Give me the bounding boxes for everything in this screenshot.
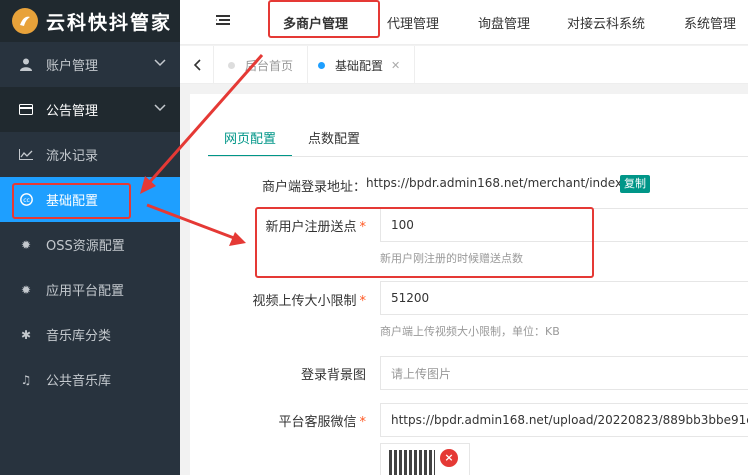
sidebar-item-label: 账户管理 — [46, 59, 99, 74]
divider — [208, 156, 748, 157]
menu-toggle-icon[interactable] — [216, 14, 230, 26]
sidebar-item-label: OSS资源配置 — [46, 239, 125, 254]
logo-icon — [12, 8, 38, 34]
wechat-label: 平台客服微信 * — [278, 415, 366, 430]
chevron-left-icon — [193, 59, 201, 71]
sidebar-item-label: 流水记录 — [46, 149, 99, 164]
wechat-input[interactable]: https://bpdr.admin168.net/upload/2022082… — [380, 403, 748, 437]
video-limit-hint: 商户端上传视频大小限制，单位：KB — [380, 325, 560, 338]
sidebar-item-flow[interactable]: 流水记录 — [0, 132, 180, 177]
sidebar-item-label: 公共音乐库 — [46, 374, 112, 389]
remove-image-button[interactable]: × — [440, 449, 458, 467]
chevron-down-icon — [154, 59, 166, 67]
video-limit-input[interactable]: 51200 — [380, 281, 748, 315]
nav-tab-agent[interactable]: 代理管理 — [387, 13, 439, 32]
sidebar-item-music-category[interactable]: ✱ 音乐库分类 — [0, 312, 180, 357]
brand-logo[interactable]: 云科快抖管家 — [0, 0, 180, 42]
sidebar-item-public-music[interactable]: ♫ 公共音乐库 — [0, 357, 180, 402]
video-limit-label: 视频上传大小限制 * — [252, 294, 366, 309]
merchant-login-url: https://bpdr.admin168.net/merchant/index — [366, 176, 623, 190]
sidebar-item-label: 公告管理 — [46, 104, 99, 119]
page-tab-home[interactable]: 后台首页 — [214, 46, 309, 84]
highlight-box-sidebar — [12, 183, 131, 219]
music-icon: ♫ — [20, 372, 32, 387]
copy-button[interactable]: 复制 — [620, 175, 650, 193]
highlight-box-top-tab — [268, 0, 380, 38]
tab-dot-icon — [318, 61, 325, 69]
page-tab-bar: 后台首页 基础配置 ✕ — [180, 46, 748, 84]
sidebar-item-account[interactable]: 账户管理 — [0, 42, 180, 87]
qr-code-icon — [389, 450, 435, 475]
top-navbar: 多商户管理 代理管理 询盘管理 对接云科系统 系统管理 — [180, 0, 748, 45]
gear-icon: ✹ — [20, 237, 32, 252]
highlight-box-field — [255, 207, 594, 278]
card-icon — [18, 104, 34, 115]
sidebar: 云科快抖管家 账户管理 公告管理 流水记录 cc 基础配置 ✹ OSS资源配置 … — [0, 0, 180, 475]
sidebar-item-app-platform[interactable]: ✹ 应用平台配置 — [0, 267, 180, 312]
chevron-down-icon — [154, 104, 166, 112]
form-tabs: 网页配置 点数配置 — [208, 122, 376, 157]
config-panel: 网页配置 点数配置 商户端登录地址： https://bpdr.admin168… — [190, 94, 748, 475]
login-bg-input[interactable]: 请上传图片 — [380, 356, 748, 390]
close-icon[interactable]: ✕ — [391, 59, 400, 72]
chart-icon — [18, 149, 34, 160]
asterisk-icon: ✱ — [20, 327, 32, 342]
page-tab-basic-config[interactable]: 基础配置 ✕ — [304, 46, 416, 84]
login-bg-label: 登录背景图 — [300, 368, 366, 383]
user-icon — [18, 58, 34, 71]
sidebar-item-oss[interactable]: ✹ OSS资源配置 — [0, 222, 180, 267]
nav-tab-system[interactable]: 系统管理 — [684, 13, 736, 32]
tab-scroll-left-button[interactable] — [180, 46, 214, 84]
brand-title: 云科快抖管家 — [46, 11, 173, 34]
gear-icon: ✹ — [20, 282, 32, 297]
tab-web-config[interactable]: 网页配置 — [208, 122, 293, 157]
nav-tab-yunke-system[interactable]: 对接云科系统 — [567, 13, 645, 32]
tab-dot-icon — [228, 61, 235, 69]
nav-tab-inquiry[interactable]: 询盘管理 — [478, 13, 530, 32]
page-tab-label: 基础配置 — [335, 58, 384, 73]
sidebar-item-label: 应用平台配置 — [46, 284, 125, 299]
sidebar-item-label: 音乐库分类 — [46, 329, 112, 344]
app-window: 云科快抖管家 账户管理 公告管理 流水记录 cc 基础配置 ✹ OSS资源配置 … — [0, 0, 748, 475]
merchant-login-label: 商户端登录地址： — [261, 180, 366, 195]
tab-points-config[interactable]: 点数配置 — [292, 122, 376, 157]
sidebar-item-notice[interactable]: 公告管理 — [0, 87, 180, 132]
page-tab-label: 后台首页 — [245, 58, 294, 73]
